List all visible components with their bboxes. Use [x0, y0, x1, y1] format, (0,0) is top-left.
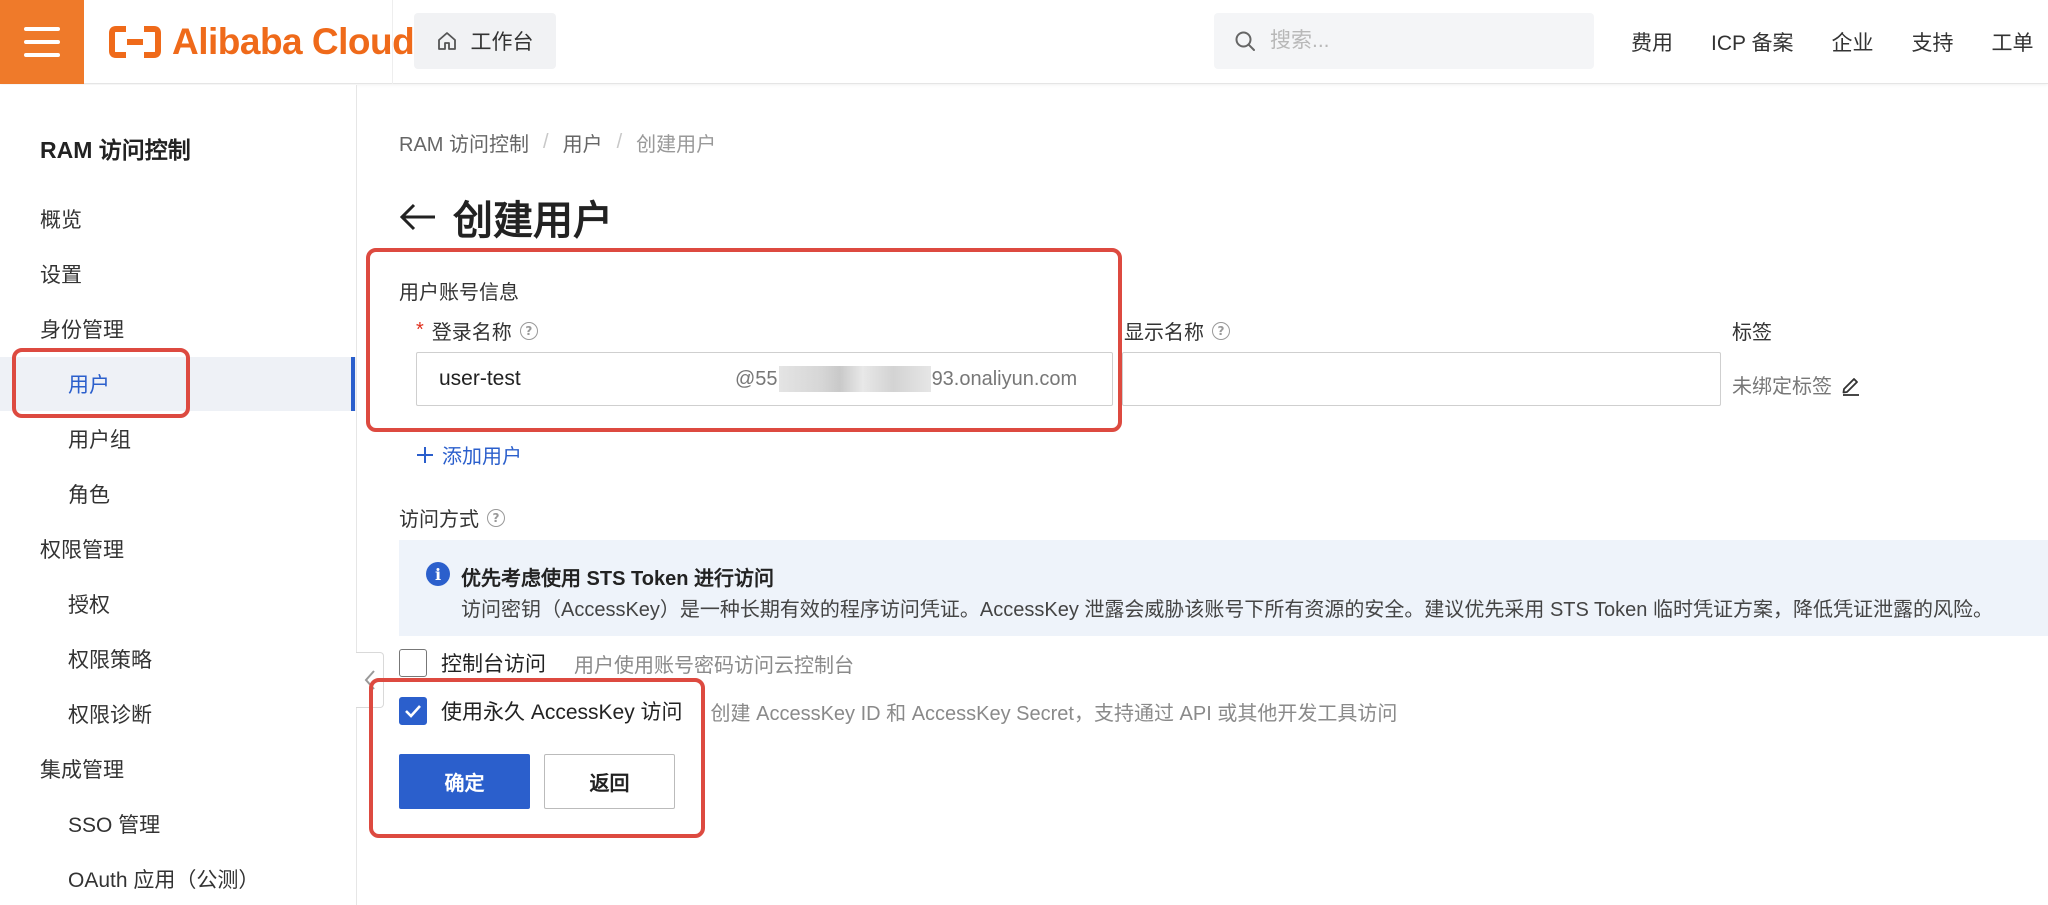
login-name-field[interactable]: @55 93.onaliyun.com — [416, 352, 1113, 406]
tags-value-text: 未绑定标签 — [1732, 376, 1832, 398]
tags-value[interactable]: 未绑定标签 — [1732, 370, 1862, 399]
checkmark-icon — [405, 705, 421, 718]
search-icon — [1235, 31, 1255, 51]
sts-info-banner: i 优先考虑使用 STS Token 进行访问 访问密钥（AccessKey）是… — [399, 540, 2048, 636]
help-icon[interactable]: ? — [487, 508, 505, 527]
chevron-left-icon — [364, 670, 375, 690]
page-header: 创建用户 — [399, 188, 613, 246]
sidebar-title: RAM 访问控制 — [40, 137, 191, 163]
console-access-label[interactable]: 控制台访问 — [441, 648, 546, 678]
breadcrumb-current: 创建用户 — [636, 134, 717, 156]
breadcrumb-separator: / — [616, 131, 623, 153]
sidebar-item-settings[interactable]: 设置 — [0, 247, 356, 301]
access-method-label-text: 访问方式 — [399, 509, 479, 531]
nav-tickets[interactable]: 工单 — [1991, 27, 2033, 57]
sidebar-collapse-handle[interactable] — [356, 652, 384, 708]
brand-name: Alibaba Cloud — [172, 21, 415, 62]
search-box[interactable] — [1214, 13, 1594, 69]
access-method-label: 访问方式 ? — [399, 503, 505, 532]
login-domain-suffix: @55 93.onaliyun.com — [735, 353, 1077, 405]
topbar-divider — [392, 0, 393, 84]
home-icon — [437, 32, 456, 50]
sidebar-group-integration[interactable]: 集成管理 — [0, 742, 356, 796]
sidebar-item-roles[interactable]: 角色 — [0, 467, 356, 521]
redacted-blur — [778, 366, 931, 392]
login-name-input[interactable] — [417, 367, 717, 391]
workbench-button[interactable]: 工作台 — [414, 13, 556, 69]
sidebar-item-user-groups[interactable]: 用户组 — [0, 412, 356, 466]
edit-icon[interactable] — [1840, 374, 1862, 396]
accesskey-access-description: 创建 AccessKey ID 和 AccessKey Secret，支持通过 … — [710, 702, 1398, 725]
breadcrumb-separator: / — [543, 131, 549, 153]
login-domain-suffix-end: 93.onaliyun.com — [931, 367, 1078, 390]
login-name-label: * 登录名称 ? — [416, 316, 538, 345]
sidebar-item-grants[interactable]: 授权 — [0, 577, 356, 631]
nav-billing[interactable]: 费用 — [1631, 27, 1673, 57]
display-name-label: 显示名称 ? — [1124, 316, 1230, 345]
alibaba-cloud-logo[interactable]: Alibaba Cloud — [108, 20, 415, 64]
sidebar-item-policies[interactable]: 权限策略 — [0, 632, 356, 686]
display-name-input[interactable] — [1122, 352, 1721, 406]
top-nav: 费用 ICP 备案 企业 支持 工单 — [1612, 0, 2048, 84]
nav-icp-filing[interactable]: ICP 备案 — [1711, 27, 1793, 57]
search-input[interactable] — [1270, 29, 1570, 53]
nav-support[interactable]: 支持 — [1911, 27, 1953, 57]
breadcrumb: RAM 访问控制 / 用户 / 创建用户 — [399, 128, 716, 157]
sidebar-group-permissions[interactable]: 权限管理 — [0, 522, 356, 576]
console-access-checkbox[interactable] — [399, 649, 427, 677]
breadcrumb-ram[interactable]: RAM 访问控制 — [399, 128, 529, 157]
sidebar-item-oauth-apps[interactable]: OAuth 应用（公测） — [0, 852, 356, 905]
active-indicator — [351, 357, 355, 411]
add-user-button[interactable]: 添加用户 — [416, 440, 522, 469]
page-title: 创建用户 — [453, 199, 613, 243]
sidebar: RAM 访问控制 概览 设置 身份管理 用户 用户组 角色 权限管理 授权 权限… — [0, 85, 357, 905]
sidebar-item-sso[interactable]: SSO 管理 — [0, 797, 356, 851]
console-access-description: 用户使用账号密码访问云控制台 — [574, 654, 854, 677]
required-mark: * — [416, 319, 424, 341]
hamburger-menu-icon[interactable] — [0, 0, 84, 84]
display-name-label-text: 显示名称 — [1124, 322, 1204, 344]
sidebar-item-diagnostics[interactable]: 权限诊断 — [0, 687, 356, 741]
back-arrow-icon[interactable] — [399, 202, 437, 232]
top-bar: Alibaba Cloud 工作台 费用 ICP 备案 企业 支持 工单 — [0, 0, 2048, 84]
sidebar-item-users[interactable]: 用户 — [0, 357, 356, 411]
info-icon: i — [426, 562, 450, 586]
section-title-account-info: 用户账号信息 — [399, 282, 519, 304]
accesskey-access-checkbox[interactable] — [399, 697, 427, 725]
login-name-label-text: 登录名称 — [431, 322, 512, 344]
plus-icon — [417, 446, 433, 463]
help-icon[interactable]: ? — [1212, 321, 1230, 340]
option-console-access: 控制台访问 用户使用账号密码访问云控制台 — [399, 648, 854, 678]
workbench-label: 工作台 — [470, 31, 534, 54]
nav-enterprise[interactable]: 企业 — [1831, 27, 1873, 57]
tags-label: 标签 — [1732, 322, 1772, 344]
sidebar-group-identity[interactable]: 身份管理 — [0, 302, 356, 356]
add-user-label: 添加用户 — [442, 446, 522, 468]
banner-title: 优先考虑使用 STS Token 进行访问 — [461, 568, 774, 590]
help-icon[interactable]: ? — [519, 321, 538, 340]
banner-description: 访问密钥（AccessKey）是一种长期有效的程序访问凭证。AccessKey … — [461, 599, 1993, 621]
breadcrumb-users[interactable]: 用户 — [563, 128, 603, 157]
confirm-button[interactable]: 确定 — [399, 754, 530, 809]
option-accesskey-access: 使用永久 AccessKey 访问 创建 AccessKey ID 和 Acce… — [399, 696, 1397, 726]
sidebar-item-overview[interactable]: 概览 — [0, 192, 356, 246]
alibaba-cloud-logo-mark-icon — [109, 26, 161, 58]
login-domain-suffix-start: @55 — [735, 367, 778, 390]
back-button[interactable]: 返回 — [544, 754, 675, 809]
accesskey-access-label[interactable]: 使用永久 AccessKey 访问 — [441, 696, 683, 726]
